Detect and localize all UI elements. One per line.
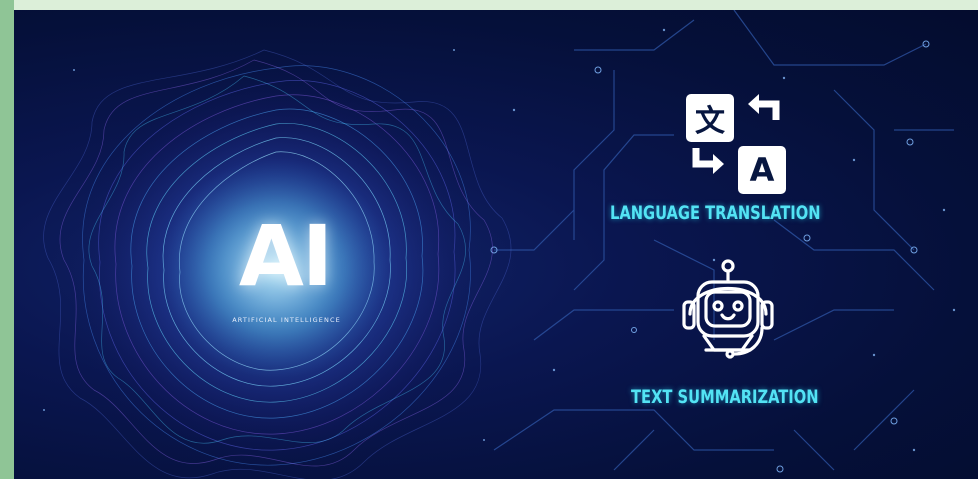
translate-latin-glyph: A: [749, 151, 775, 189]
frame-top-border: [0, 0, 978, 10]
feature-label-translation: LANGUAGE TRANSLATION: [610, 202, 821, 224]
frame-left-border: [0, 0, 14, 479]
ai-subtitle: ARTIFICIAL INTELLIGENCE: [232, 316, 341, 324]
feature-label-summarization: TEXT SUMMARIZATION: [631, 386, 819, 408]
banner-background-art: [43, 10, 956, 479]
ai-banner: AI ARTIFICIAL INTELLIGENCE 文 A LANGUAGE …: [14, 10, 978, 479]
robot-headset-icon: [682, 259, 774, 359]
translate-cjk-glyph: 文: [695, 104, 725, 139]
ai-title: AI: [238, 207, 333, 305]
